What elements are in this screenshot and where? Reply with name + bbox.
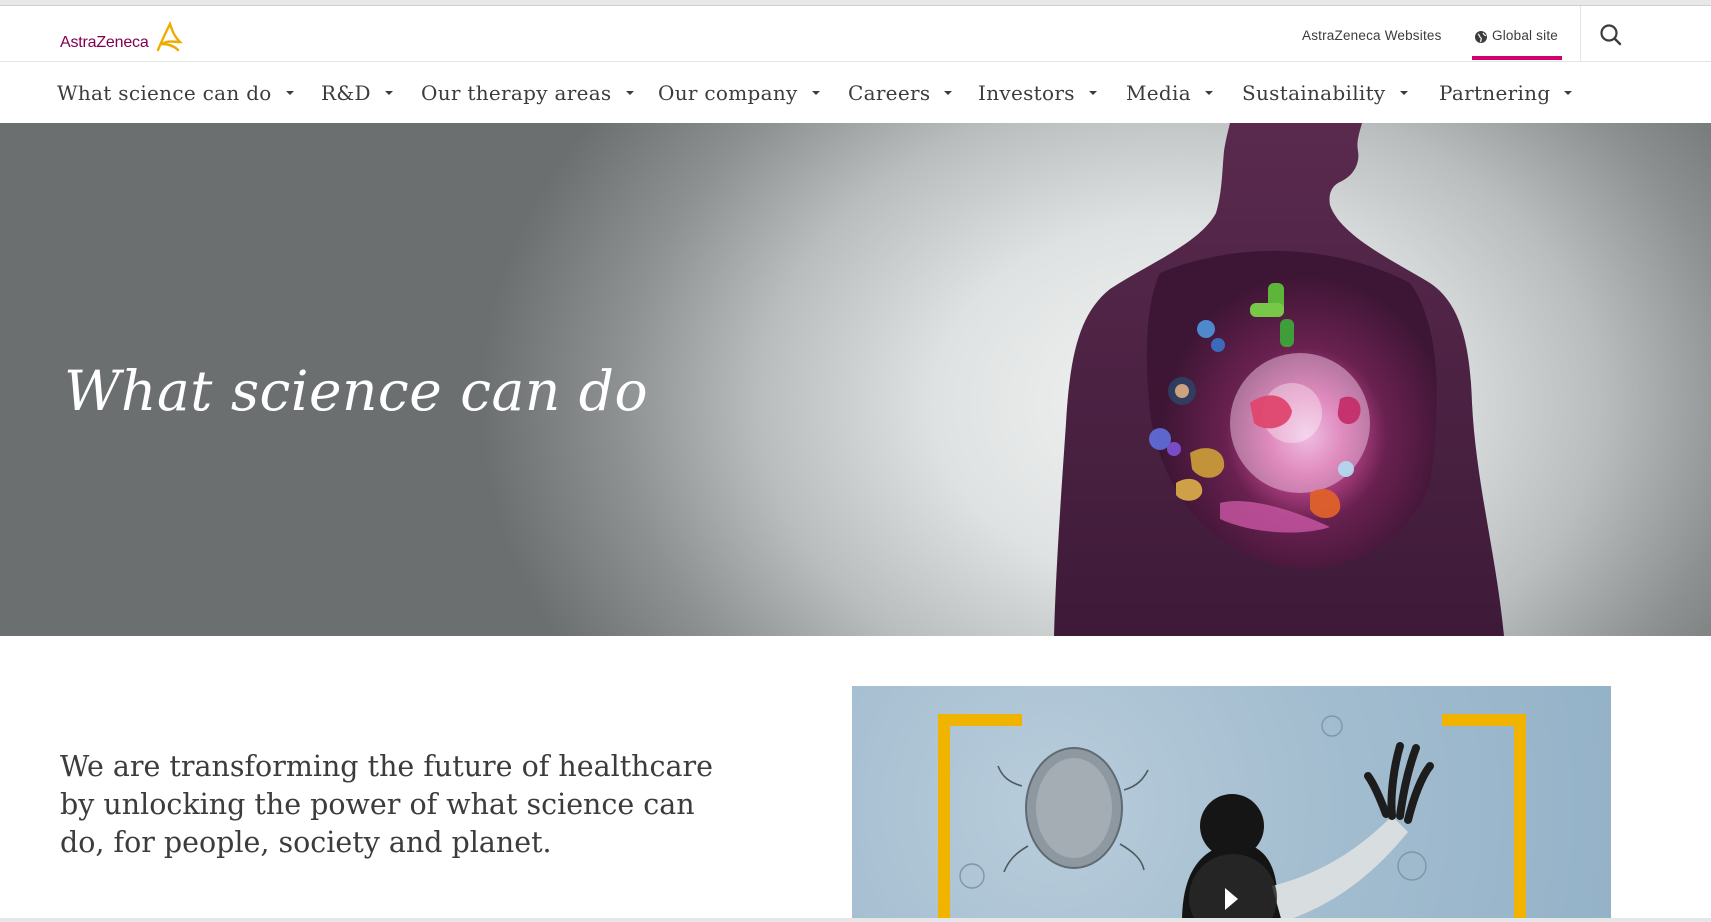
caret-down-icon (384, 90, 393, 95)
page-bottom-edge (0, 918, 1711, 922)
play-icon (1225, 888, 1238, 910)
nav-item-label: Media (1126, 81, 1191, 105)
nav-item-label: What science can do (57, 81, 272, 105)
caret-down-icon (285, 90, 294, 95)
nav-item-label: Investors (978, 81, 1075, 105)
nav-item-rd[interactable]: R&D (321, 81, 393, 105)
nav-item-label: Our company (658, 81, 798, 105)
caret-down-icon (1564, 90, 1573, 95)
global-site-active-indicator (1472, 56, 1562, 60)
hero-human-silhouette-image (1054, 123, 1504, 636)
nav-item-partnering[interactable]: Partnering (1439, 81, 1573, 105)
caret-down-icon (811, 90, 820, 95)
featured-video[interactable] (852, 686, 1611, 922)
caret-down-icon (1399, 90, 1408, 95)
nav-item-label: Careers (848, 81, 931, 105)
astrazeneca-logo[interactable]: AstraZeneca (60, 20, 183, 56)
nav-item-therapy-areas[interactable]: Our therapy areas (421, 81, 634, 105)
caret-down-icon (1204, 90, 1213, 95)
search-icon (1600, 24, 1622, 46)
nav-item-media[interactable]: Media (1126, 81, 1213, 105)
nav-item-careers[interactable]: Careers (848, 81, 953, 105)
nav-item-label: Our therapy areas (421, 81, 612, 105)
caret-down-icon (625, 90, 634, 95)
caret-down-icon (1088, 90, 1097, 95)
utility-divider (1580, 6, 1581, 62)
nav-item-label: Partnering (1439, 81, 1551, 105)
hero-title: What science can do (64, 359, 649, 423)
main-navigation: What science can do R&D Our therapy area… (0, 63, 1711, 123)
nav-item-investors[interactable]: Investors (978, 81, 1097, 105)
nav-item-what-science-can-do[interactable]: What science can do (57, 81, 294, 105)
astrazeneca-logo-icon (156, 20, 183, 52)
nav-item-our-company[interactable]: Our company (658, 81, 820, 105)
nav-item-sustainability[interactable]: Sustainability (1242, 81, 1408, 105)
globe-icon (1475, 31, 1487, 43)
global-site-label: Global site (1492, 28, 1558, 43)
utility-bar: AstraZeneca AstraZeneca Websites Global … (0, 6, 1711, 62)
nav-item-label: Sustainability (1242, 81, 1386, 105)
logo-wordmark: AstraZeneca (60, 34, 149, 51)
hero-banner: What science can do (0, 123, 1711, 636)
intro-text: We are transforming the future of health… (60, 750, 713, 859)
search-button[interactable] (1596, 20, 1626, 50)
caret-down-icon (944, 90, 953, 95)
astrazeneca-websites-link[interactable]: AstraZeneca Websites (1302, 28, 1442, 43)
nav-item-label: R&D (321, 81, 371, 105)
